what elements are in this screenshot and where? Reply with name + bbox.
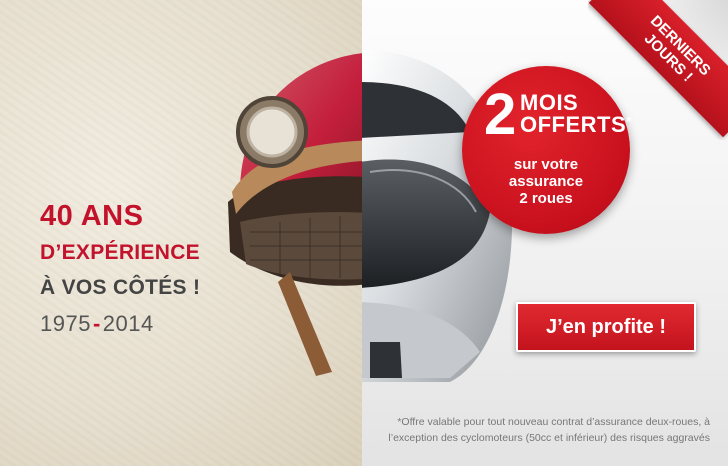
offer-free: OFFERTS* (520, 112, 633, 137)
disclaimer-line-1: *Offre valable pour tout nouveau contrat… (397, 416, 710, 428)
offer-number: 2 (484, 82, 517, 147)
year-start: 1975 (40, 311, 91, 336)
offer-free-text: OFFERTS (520, 112, 627, 137)
disclaimer-line-2: l’exception des cyclomoteurs (50cc et in… (388, 432, 710, 444)
offer-sub-2: assurance (508, 173, 584, 190)
headline: 40 ANS D’EXPÉRIENCE À VOS CÔTÉS ! 1975-2… (40, 200, 200, 337)
year-range: 1975-2014 (40, 311, 200, 337)
offer-sub-3: 2 roues (519, 190, 573, 207)
offer-asterisk: * (626, 113, 633, 129)
helmet-image (228, 50, 513, 382)
year-end: 2014 (102, 311, 154, 336)
headline-by-your-side: À VOS CÔTÉS ! (40, 276, 201, 299)
offer-subtitle: sur votre assurance 2 roues (462, 156, 630, 207)
offer-months: MOIS (520, 90, 579, 115)
year-separator: - (92, 311, 101, 336)
disclaimer: *Offre valable pour tout nouveau contrat… (380, 414, 710, 446)
offer-sub-1: sur votre (513, 156, 579, 173)
headline-years: 40 ANS (40, 200, 144, 232)
ad-banner[interactable]: DERNIERS JOURS ! 40 ANS D’EXPÉRIENCE À V… (0, 0, 728, 466)
offer-headline: 2 MOIS OFFERTS* (484, 86, 632, 144)
offer-badge: 2 MOIS OFFERTS* sur votre assurance 2 ro… (462, 66, 632, 234)
headline-experience: D’EXPÉRIENCE (40, 241, 200, 264)
cta-button[interactable]: J’en profite ! (516, 302, 696, 352)
